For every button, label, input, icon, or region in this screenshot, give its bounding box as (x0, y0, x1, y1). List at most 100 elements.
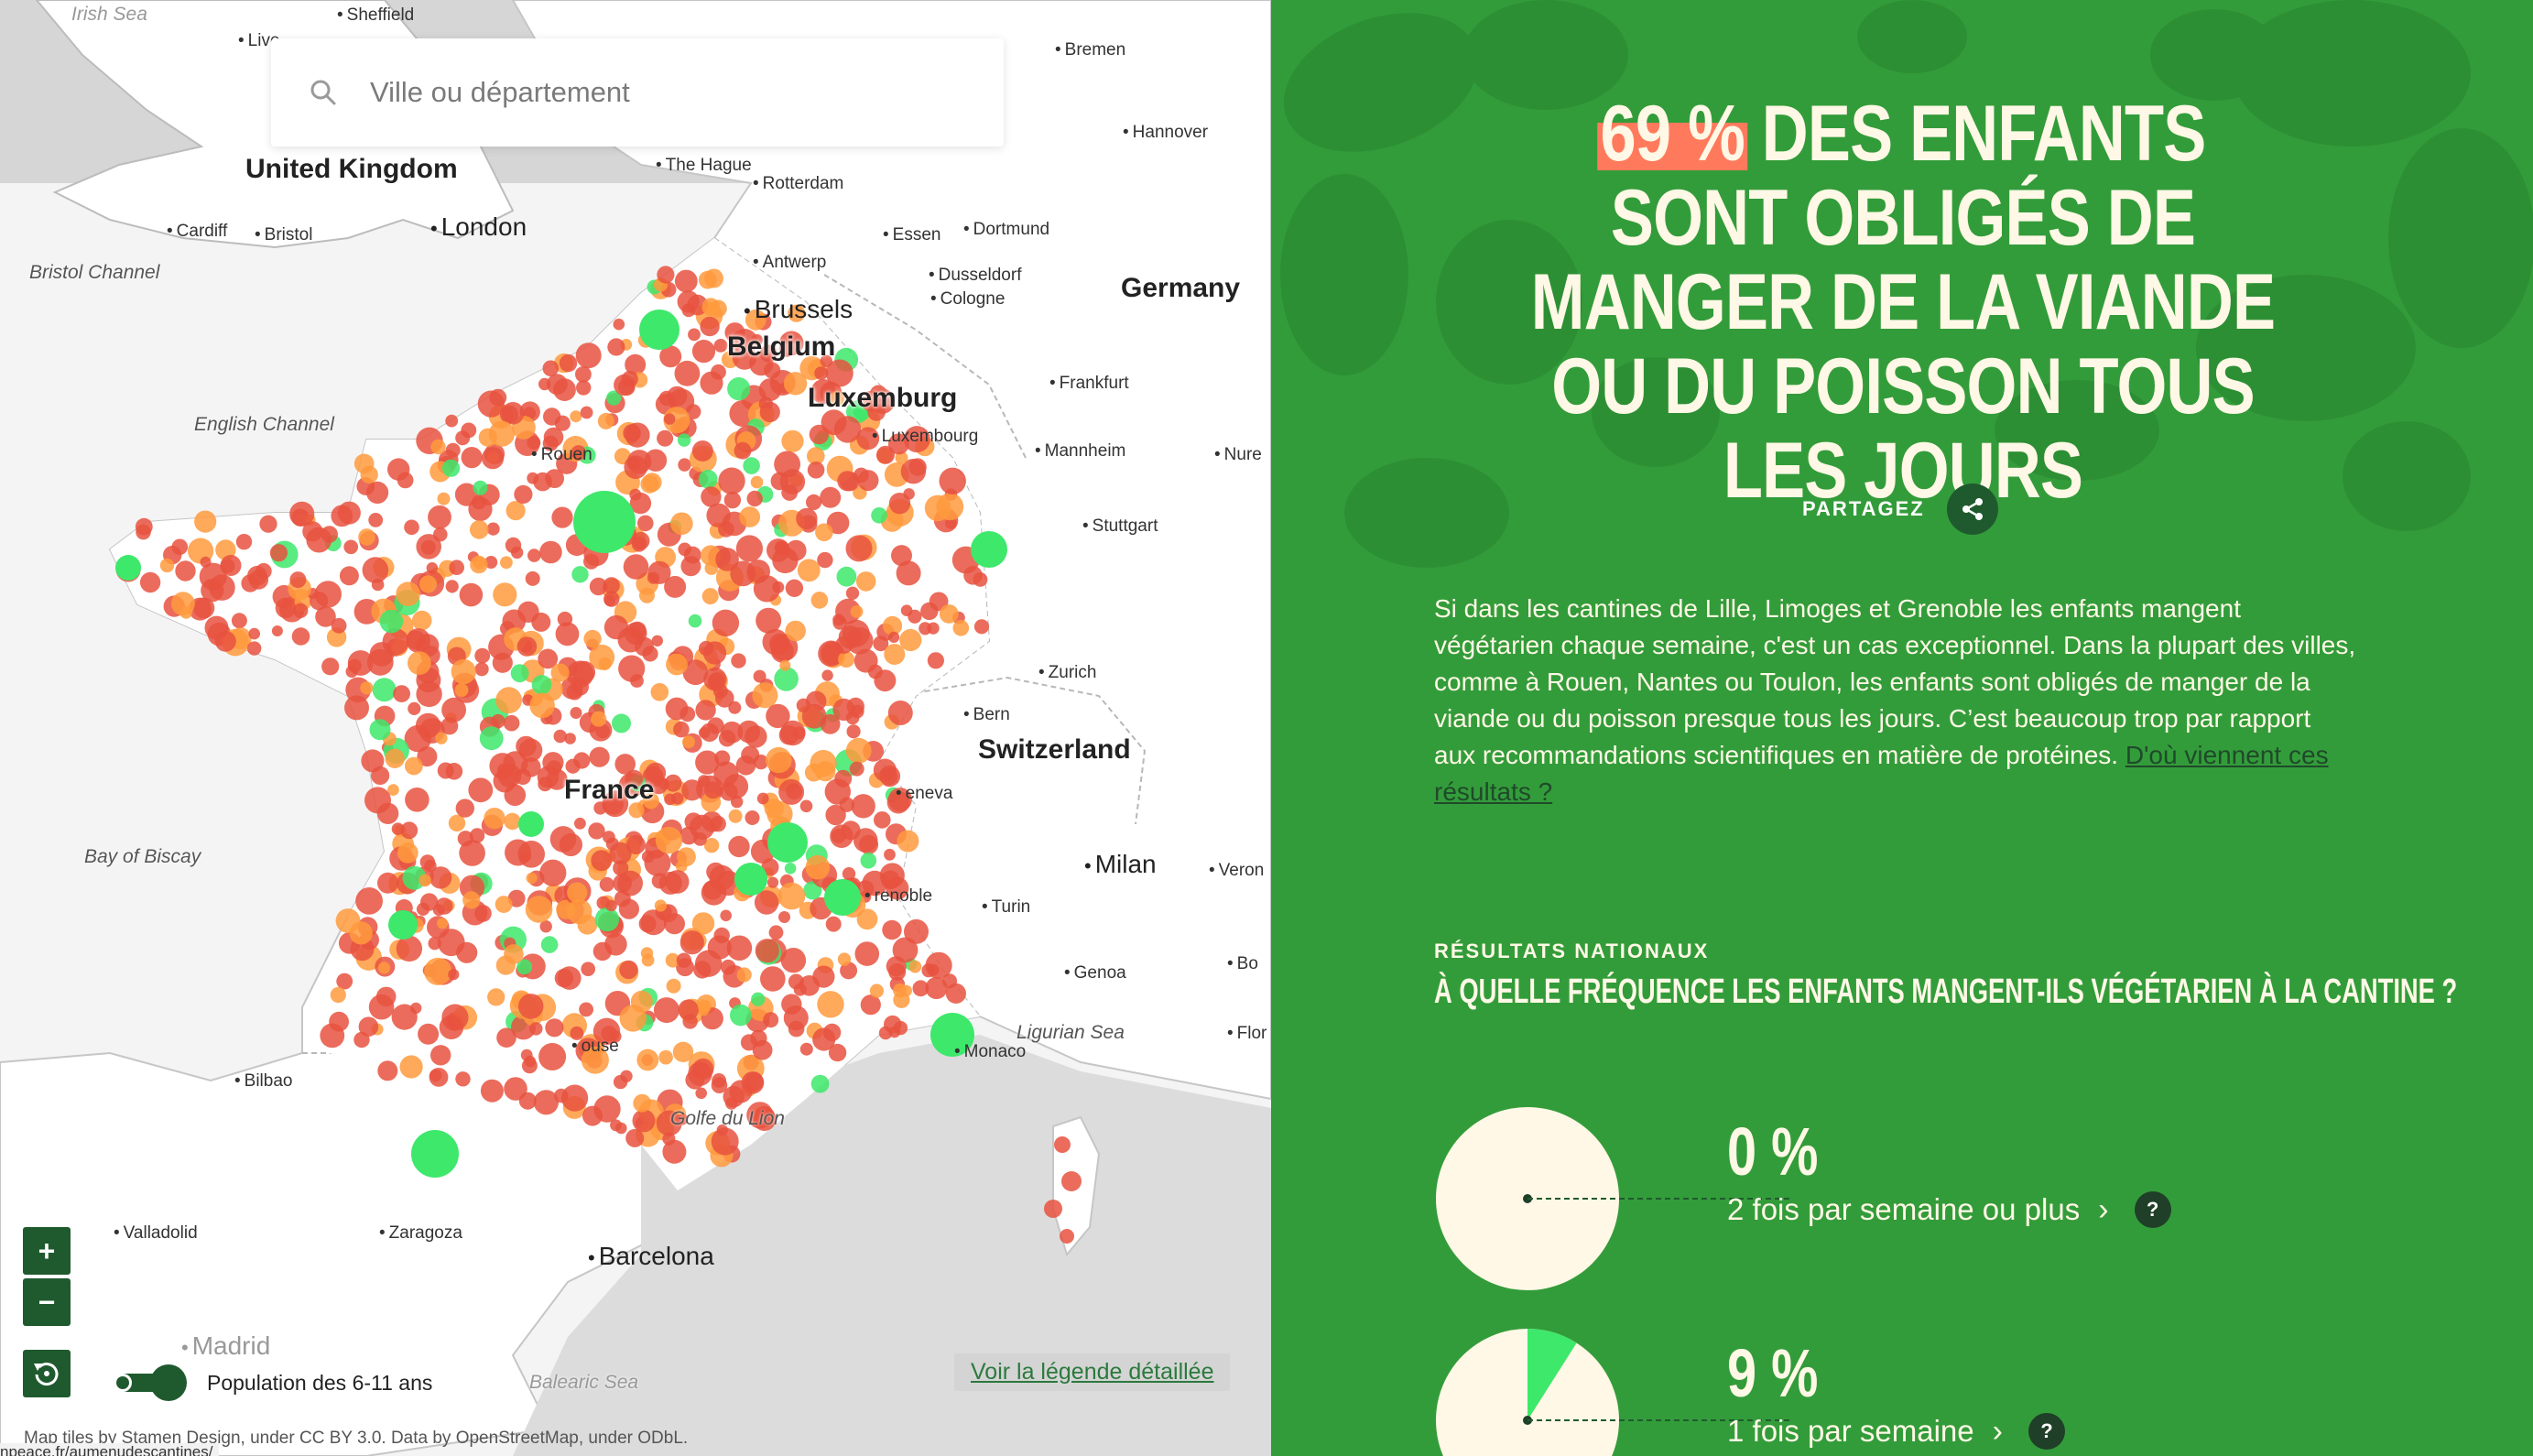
school-marker[interactable] (310, 592, 329, 611)
school-marker[interactable] (269, 544, 288, 562)
school-marker[interactable] (756, 607, 782, 634)
school-marker[interactable] (729, 1080, 753, 1103)
school-marker[interactable] (805, 854, 831, 880)
school-marker[interactable] (753, 575, 781, 603)
school-marker[interactable] (360, 465, 378, 484)
school-marker[interactable] (702, 641, 727, 665)
school-marker[interactable] (540, 936, 559, 953)
school-marker[interactable] (248, 570, 269, 590)
school-marker[interactable] (845, 711, 860, 725)
search-input[interactable] (370, 76, 974, 109)
school-marker[interactable] (1060, 1229, 1074, 1244)
school-marker[interactable] (712, 609, 740, 636)
school-marker[interactable] (658, 390, 675, 407)
school-marker[interactable] (377, 872, 398, 894)
school-marker[interactable] (518, 1092, 537, 1110)
school-marker[interactable] (461, 422, 477, 439)
school-marker[interactable] (343, 539, 359, 555)
school-marker[interactable] (539, 540, 562, 564)
school-marker[interactable] (366, 481, 389, 505)
school-marker[interactable] (220, 555, 242, 576)
share-button[interactable] (1946, 484, 1998, 535)
school-marker[interactable] (529, 692, 555, 719)
school-marker[interactable] (838, 651, 855, 668)
help-icon[interactable]: ? (2134, 1191, 2171, 1228)
school-marker[interactable] (194, 510, 217, 533)
school-marker[interactable] (437, 918, 449, 929)
school-marker[interactable] (788, 973, 804, 990)
school-marker[interactable] (139, 571, 161, 593)
school-marker[interactable] (504, 944, 524, 964)
school-marker[interactable] (677, 847, 696, 866)
school-marker[interactable] (405, 756, 423, 776)
legend-link[interactable]: Voir la légende détaillée (954, 1353, 1231, 1391)
school-marker[interactable] (810, 1074, 830, 1093)
school-marker[interactable] (896, 560, 921, 586)
school-marker[interactable] (821, 669, 833, 681)
school-marker[interactable] (430, 1045, 451, 1066)
school-marker[interactable] (607, 338, 625, 356)
school-marker[interactable] (688, 614, 702, 628)
school-marker[interactable] (418, 1023, 440, 1045)
school-marker[interactable] (603, 577, 620, 594)
school-marker[interactable] (664, 774, 682, 792)
school-marker[interactable] (799, 1042, 813, 1056)
school-marker[interactable] (624, 622, 647, 645)
school-marker[interactable] (774, 451, 800, 478)
school-marker[interactable] (619, 960, 638, 980)
school-marker[interactable] (503, 714, 520, 732)
school-marker[interactable] (662, 1139, 687, 1164)
school-marker[interactable] (575, 342, 602, 369)
school-marker[interactable] (701, 588, 719, 605)
school-marker[interactable] (678, 542, 691, 557)
school-marker[interactable] (525, 896, 553, 923)
school-marker[interactable] (801, 703, 827, 729)
school-marker[interactable] (836, 566, 857, 587)
school-marker[interactable] (588, 822, 605, 840)
school-marker[interactable] (408, 701, 421, 716)
school-marker[interactable] (807, 462, 825, 479)
zoom-in-button[interactable]: + (23, 1227, 71, 1275)
school-marker[interactable] (623, 554, 649, 580)
school-marker[interactable] (579, 1002, 593, 1017)
school-marker[interactable] (678, 458, 691, 472)
school-marker[interactable] (518, 738, 543, 763)
school-marker[interactable] (618, 898, 640, 919)
school-marker[interactable] (591, 850, 613, 872)
chevron-right-icon[interactable]: › (1993, 1414, 2003, 1450)
school-marker[interactable] (682, 735, 695, 749)
school-marker[interactable] (430, 439, 446, 455)
school-marker[interactable] (405, 788, 429, 812)
school-marker[interactable] (408, 651, 431, 675)
school-marker[interactable] (539, 859, 567, 886)
school-marker[interactable] (781, 484, 799, 501)
school-marker[interactable] (707, 717, 724, 734)
school-marker[interactable] (347, 658, 362, 673)
school-marker[interactable] (753, 669, 766, 683)
school-marker[interactable] (521, 1058, 538, 1074)
school-marker[interactable] (755, 939, 779, 963)
school-marker[interactable] (358, 528, 375, 546)
school-marker[interactable] (778, 778, 805, 805)
school-marker[interactable] (718, 467, 745, 494)
school-marker[interactable] (952, 620, 970, 636)
school-marker[interactable] (695, 700, 716, 721)
school-marker[interactable] (629, 488, 642, 501)
school-marker[interactable] (681, 779, 703, 801)
school-marker[interactable] (711, 364, 726, 380)
school-marker[interactable] (756, 792, 769, 805)
school-marker[interactable] (657, 266, 675, 284)
school-marker[interactable] (701, 880, 727, 906)
school-marker[interactable] (746, 490, 763, 507)
school-marker[interactable] (651, 635, 663, 647)
school-marker[interactable] (767, 822, 808, 863)
school-marker[interactable] (759, 401, 780, 423)
school-marker[interactable] (554, 1088, 569, 1103)
school-marker[interactable] (455, 1071, 471, 1087)
school-marker[interactable] (573, 491, 636, 553)
school-marker[interactable] (621, 370, 638, 388)
school-marker[interactable] (558, 966, 582, 990)
school-marker[interactable] (691, 440, 713, 462)
school-marker[interactable] (695, 750, 720, 775)
school-marker[interactable] (543, 407, 561, 426)
